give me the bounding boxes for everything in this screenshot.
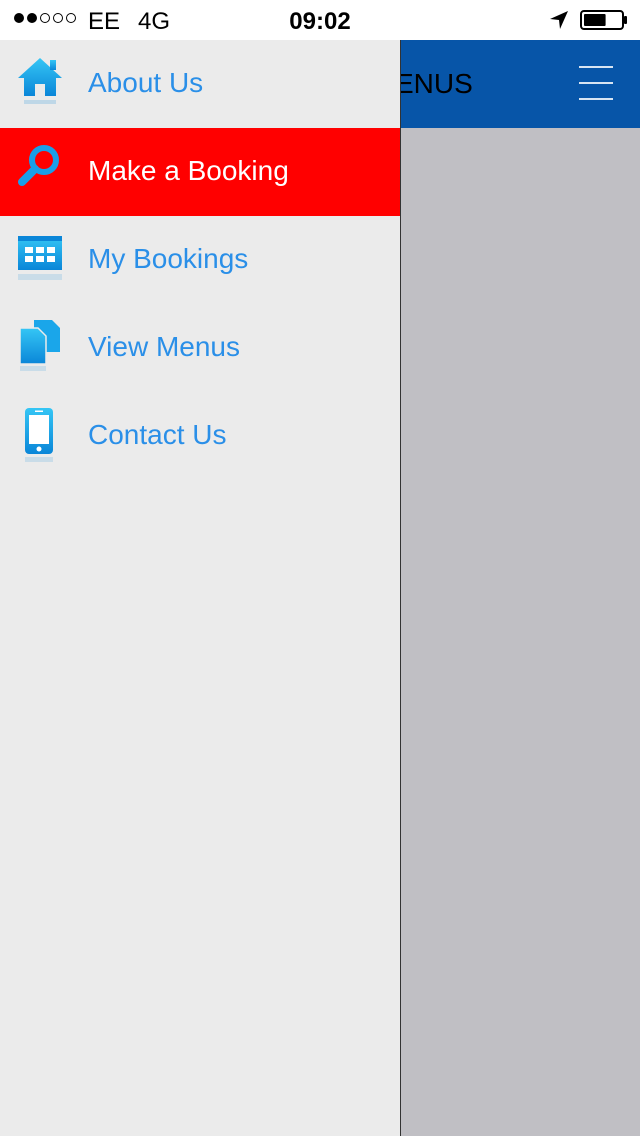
side-drawer: About Us Make a Booking My Bookings View… bbox=[0, 40, 400, 1136]
menu-item-label: Make a Booking bbox=[88, 155, 289, 186]
page-title: ENUS bbox=[400, 68, 473, 99]
main-header: ENUS bbox=[401, 40, 640, 128]
location-arrow-icon bbox=[550, 11, 568, 29]
menu-item-label: Contact Us bbox=[88, 419, 227, 450]
menu-item-contact-us[interactable]: Contact Us bbox=[0, 392, 400, 480]
main-view: ENUS bbox=[400, 40, 640, 1136]
menu-item-make-a-booking[interactable]: Make a Booking bbox=[0, 128, 400, 216]
home-icon bbox=[18, 58, 62, 104]
menu-item-label: My Bookings bbox=[88, 243, 249, 274]
hamburger-icon[interactable] bbox=[577, 64, 617, 104]
menu-item-my-bookings[interactable]: My Bookings bbox=[0, 216, 400, 304]
status-bar: EE 4G 09:02 bbox=[0, 0, 640, 40]
menu-item-label: View Menus bbox=[88, 331, 241, 362]
menu-item-about-us[interactable]: About Us bbox=[0, 40, 400, 128]
search-icon bbox=[18, 145, 59, 186]
menu-item-label: About Us bbox=[88, 67, 204, 98]
battery-icon bbox=[580, 10, 627, 30]
status-time: 09:02 bbox=[289, 8, 351, 35]
documents-icon bbox=[19, 320, 60, 371]
menu-item-view-menus[interactable]: View Menus bbox=[0, 304, 400, 392]
phone-icon bbox=[25, 408, 53, 462]
calendar-icon bbox=[18, 236, 62, 280]
